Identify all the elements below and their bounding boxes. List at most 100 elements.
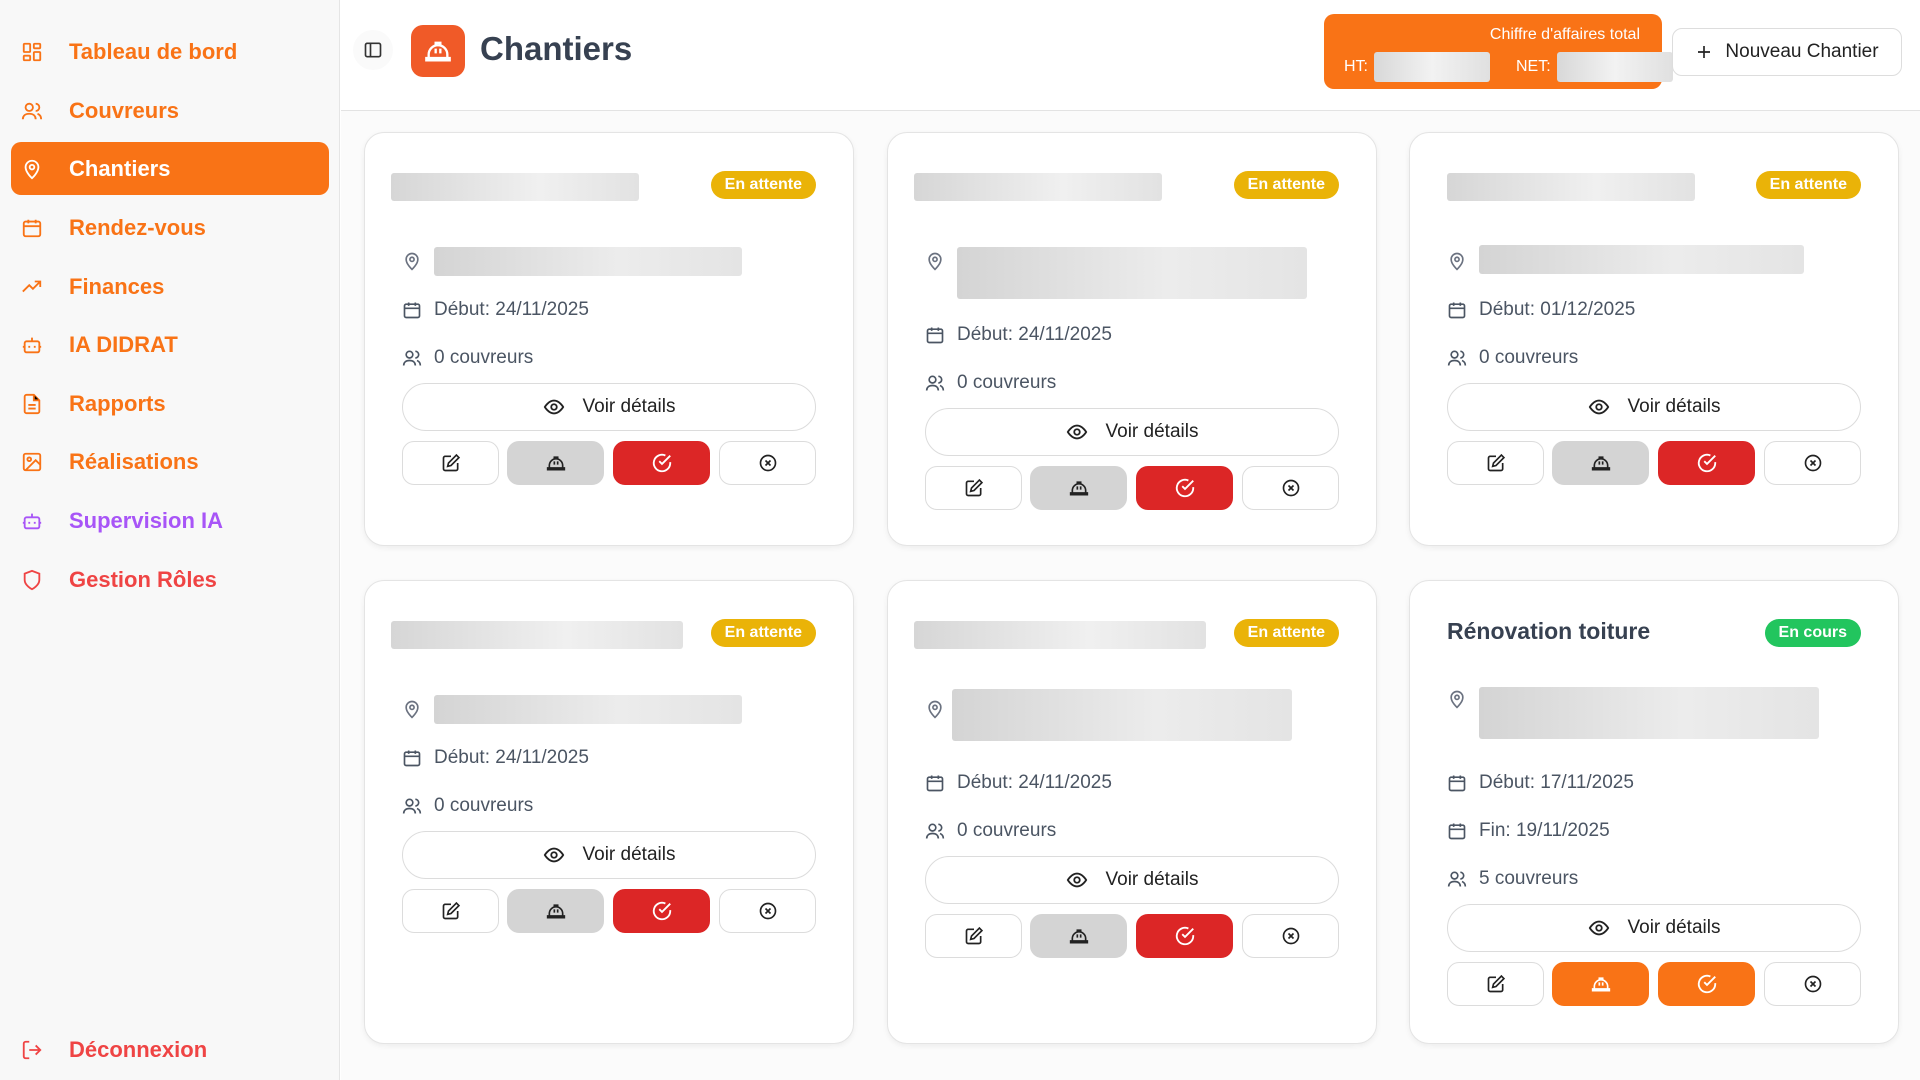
- edit-button[interactable]: [1447, 962, 1544, 1006]
- card-title-redacted: [391, 621, 683, 649]
- start-date-row: Début: 17/11/2025: [1447, 772, 1634, 794]
- edit-button[interactable]: [1447, 441, 1544, 485]
- sidebar-item-label: Finances: [69, 273, 165, 299]
- sidebar-item-chantiers[interactable]: Chantiers: [11, 142, 329, 195]
- map-pin-icon: [1447, 251, 1467, 271]
- assign-roofers-button[interactable]: [1030, 914, 1127, 958]
- cancel-button[interactable]: [1764, 962, 1861, 1006]
- shield-icon: [21, 569, 43, 591]
- users-icon: [925, 373, 945, 393]
- header: Chantiers Chiffre d'affaires total HT: N…: [341, 0, 1920, 111]
- sidebar-item-label: Chantiers: [69, 155, 171, 181]
- edit-button[interactable]: [925, 466, 1022, 510]
- hard-hat-icon: [1591, 974, 1611, 994]
- edit-button[interactable]: [402, 441, 499, 485]
- plus-icon: [1698, 46, 1711, 58]
- edit-button[interactable]: [925, 914, 1022, 958]
- view-details-button[interactable]: Voir détails: [402, 383, 816, 431]
- sidebar-item-realisations[interactable]: Réalisations: [11, 435, 329, 488]
- edit-icon: [1486, 453, 1506, 473]
- sidebar-toggle-button[interactable]: [353, 30, 393, 70]
- complete-button[interactable]: [613, 889, 710, 933]
- logout-button[interactable]: Déconnexion: [11, 1023, 329, 1076]
- sidebar-item-couvreurs[interactable]: Couvreurs: [11, 84, 329, 137]
- sidebar-item-rapports[interactable]: Rapports: [11, 377, 329, 430]
- chantier-card: En attente Début: 24/11/2025 0 couvreurs…: [887, 580, 1377, 1044]
- edit-button[interactable]: [402, 889, 499, 933]
- eye-icon: [1588, 917, 1610, 939]
- eye-icon: [1588, 396, 1610, 418]
- assign-roofers-button[interactable]: [507, 441, 604, 485]
- roofers-count: 0 couvreurs: [434, 795, 534, 816]
- complete-button[interactable]: [1658, 441, 1755, 485]
- address-row: [1447, 251, 1479, 271]
- hard-hat-icon: [1069, 478, 1089, 498]
- sidebar-item-gestion-roles[interactable]: Gestion Rôles: [11, 553, 329, 606]
- edit-icon: [1486, 974, 1506, 994]
- address-redacted: [1479, 687, 1819, 739]
- map-pin-icon: [402, 251, 422, 271]
- assign-roofers-button[interactable]: [1030, 466, 1127, 510]
- address-redacted: [952, 689, 1292, 741]
- cancel-button[interactable]: [1242, 914, 1339, 958]
- sidebar-item-tableau-de-bord[interactable]: Tableau de bord: [11, 25, 329, 78]
- new-chantier-button[interactable]: Nouveau Chantier: [1672, 28, 1902, 76]
- card-title-redacted: [914, 621, 1206, 649]
- file-text-icon: [21, 393, 43, 415]
- view-details-button[interactable]: Voir détails: [925, 856, 1339, 904]
- dashboard-icon: [21, 41, 43, 63]
- panel-left-icon: [364, 42, 382, 58]
- view-details-button[interactable]: Voir détails: [925, 408, 1339, 456]
- cancel-button[interactable]: [719, 889, 816, 933]
- edit-icon: [964, 926, 984, 946]
- hard-hat-icon: [546, 453, 566, 473]
- complete-button[interactable]: [1658, 962, 1755, 1006]
- complete-button[interactable]: [613, 441, 710, 485]
- x-circle-icon: [1281, 926, 1301, 946]
- view-details-button[interactable]: Voir détails: [402, 831, 816, 879]
- view-details-button[interactable]: Voir détails: [1447, 383, 1861, 431]
- chantier-card: En attente Début: 24/11/2025 0 couvreurs…: [364, 580, 854, 1044]
- trending-up-icon: [21, 276, 43, 298]
- assign-roofers-button[interactable]: [1552, 441, 1649, 485]
- start-date: Début: 24/11/2025: [434, 747, 589, 768]
- new-chantier-label: Nouveau Chantier: [1725, 41, 1879, 62]
- revenue-title: Chiffre d'affaires total: [1489, 26, 1640, 43]
- sidebar-item-ia-didrat[interactable]: IA DIDRAT: [11, 318, 329, 371]
- sidebar-item-label: Rendez-vous: [69, 214, 206, 240]
- hard-hat-icon: [411, 25, 465, 77]
- chantiers-grid: En attente Début: 24/11/2025 0 couvreurs…: [341, 111, 1920, 1080]
- revenue-net-value-redacted: [1556, 52, 1673, 82]
- start-date: Début: 24/11/2025: [957, 772, 1112, 793]
- cancel-button[interactable]: [1242, 466, 1339, 510]
- hard-hat-icon: [546, 901, 566, 921]
- complete-button[interactable]: [1136, 914, 1233, 958]
- check-circle-icon: [1174, 925, 1196, 947]
- edit-icon: [441, 901, 461, 921]
- chantier-card: En attente Début: 01/12/2025 0 couvreurs…: [1409, 132, 1899, 546]
- view-details-button[interactable]: Voir détails: [1447, 904, 1861, 952]
- sidebar-item-finances[interactable]: Finances: [11, 260, 329, 313]
- view-details-label: Voir détails: [582, 396, 676, 417]
- map-pin-icon: [925, 251, 945, 271]
- sidebar-item-supervision-ia[interactable]: Supervision IA: [11, 494, 329, 547]
- card-title-redacted: [391, 173, 639, 201]
- assign-roofers-button[interactable]: [507, 889, 604, 933]
- roofers-row: 0 couvreurs: [925, 372, 1056, 394]
- sidebar-item-label: Réalisations: [69, 448, 199, 474]
- bot-icon: [21, 510, 43, 532]
- x-circle-icon: [1803, 974, 1823, 994]
- complete-button[interactable]: [1136, 466, 1233, 510]
- start-date: Début: 24/11/2025: [957, 324, 1112, 345]
- edit-icon: [964, 478, 984, 498]
- cancel-button[interactable]: [719, 441, 816, 485]
- status-badge: En attente: [1233, 619, 1339, 647]
- hard-hat-icon: [1069, 926, 1089, 946]
- sidebar-item-rendez-vous[interactable]: Rendez-vous: [11, 201, 329, 254]
- calendar-icon: [925, 773, 945, 793]
- assign-roofers-button[interactable]: [1552, 962, 1649, 1006]
- check-circle-icon: [1696, 973, 1718, 995]
- eye-icon: [1066, 869, 1088, 891]
- cancel-button[interactable]: [1764, 441, 1861, 485]
- x-circle-icon: [1281, 478, 1301, 498]
